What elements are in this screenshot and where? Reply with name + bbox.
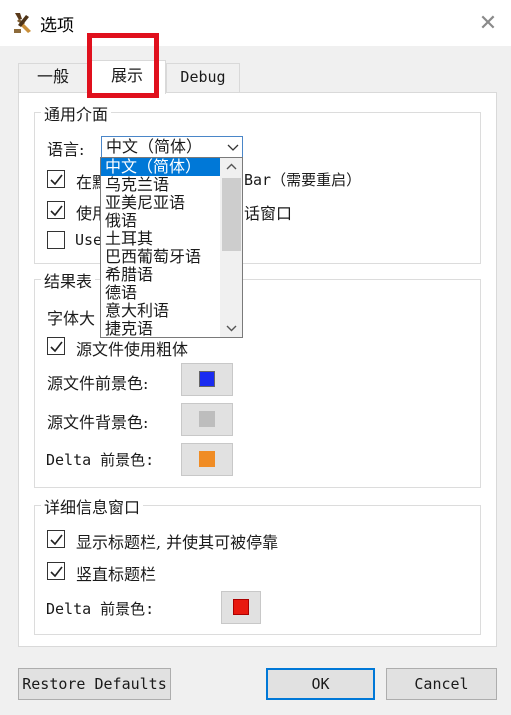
language-option[interactable]: 希腊语 xyxy=(105,266,153,284)
font-size-label: 字体大 xyxy=(47,309,96,328)
source-fg-color-button[interactable] xyxy=(181,363,233,396)
language-select[interactable]: 中文（简体） xyxy=(101,136,243,158)
details-delta-label: Delta 前景色: xyxy=(46,598,154,619)
language-dropdown-list[interactable]: 中文（简体） 乌克兰语 亚美尼亚语 俄语 土耳其 巴西葡萄牙语 希腊语 德语 意… xyxy=(100,157,243,338)
checkmark-icon xyxy=(50,341,63,353)
language-option[interactable]: 捷克语 xyxy=(105,320,153,338)
general-ui-title: 通用介面 xyxy=(41,101,112,125)
source-fg-swatch xyxy=(199,371,215,387)
source-fg-label: 源文件前景色: xyxy=(47,374,149,393)
checkmark-icon xyxy=(50,205,63,217)
chevron-down-icon[interactable] xyxy=(223,137,243,157)
option-label-3-start: Use xyxy=(75,231,103,249)
ok-button[interactable]: OK xyxy=(266,668,375,700)
show-titlebar-checkbox[interactable] xyxy=(47,530,65,548)
delta-fg-color-button[interactable] xyxy=(181,443,233,476)
bold-source-checkbox[interactable] xyxy=(47,337,65,355)
window-title: 选项 xyxy=(40,16,74,36)
bold-source-label: 源文件使用粗体 xyxy=(76,340,189,359)
scroll-down-icon[interactable] xyxy=(220,319,243,337)
highlight-box xyxy=(87,33,159,98)
title-bar[interactable]: 选项 ✕ xyxy=(0,0,511,46)
checkmark-icon xyxy=(50,534,63,546)
source-bg-swatch xyxy=(199,411,215,427)
tab-general-label: 一般 xyxy=(36,67,69,86)
option-checkbox-3[interactable] xyxy=(47,231,65,249)
restore-defaults-button[interactable]: Restore Defaults xyxy=(18,668,171,700)
details-title: 详细信息窗口 xyxy=(41,494,144,518)
option-label-2-end: 话窗口 xyxy=(244,204,293,223)
vertical-titlebar-label: 竖直标题栏 xyxy=(76,565,157,584)
close-icon[interactable]: ✕ xyxy=(470,6,506,40)
language-label: 语言: xyxy=(47,140,85,159)
results-delta-label-text: Delta 前景色: xyxy=(46,451,155,469)
tab-debug[interactable]: Debug xyxy=(166,63,240,92)
language-option-selected[interactable]: 中文（简体） xyxy=(101,158,220,176)
option-label-1-end: Bar（需要重启） xyxy=(244,169,361,190)
vertical-titlebar-checkbox[interactable] xyxy=(47,562,65,580)
language-option[interactable]: 巴西葡萄牙语 xyxy=(105,248,201,266)
language-option[interactable]: 意大利语 xyxy=(105,302,169,320)
option-checkbox-2[interactable] xyxy=(47,201,65,219)
option-checkbox-1[interactable] xyxy=(47,170,65,188)
details-delta-swatch xyxy=(233,599,249,615)
language-select-value: 中文（简体） xyxy=(106,137,203,156)
checkmark-icon xyxy=(50,566,63,578)
details-delta-label-text: Delta 前景色: xyxy=(46,600,155,618)
app-icon xyxy=(14,13,31,33)
source-bg-label: 源文件背景色: xyxy=(47,413,149,432)
details-delta-color-button[interactable] xyxy=(221,591,261,624)
language-option[interactable]: 土耳其 xyxy=(105,230,153,248)
delta-fg-swatch xyxy=(199,451,215,467)
language-option[interactable]: 俄语 xyxy=(105,212,137,230)
results-title: 结果表 xyxy=(41,268,96,292)
checkmark-icon xyxy=(50,174,63,186)
language-option[interactable]: 德语 xyxy=(105,284,137,302)
language-option[interactable]: 亚美尼亚语 xyxy=(105,194,185,212)
results-delta-label: Delta 前景色: xyxy=(46,449,154,470)
scrollbar-thumb[interactable] xyxy=(222,178,241,251)
tab-debug-label: Debug xyxy=(180,68,226,86)
show-titlebar-label: 显示标题栏, 并使其可被停靠 xyxy=(76,533,279,552)
cancel-button[interactable]: Cancel xyxy=(386,668,497,700)
scroll-up-icon[interactable] xyxy=(220,158,243,176)
tab-general[interactable]: 一般 xyxy=(18,63,88,92)
options-dialog: 选项 ✕ 一般 展示 Debug 通用介面 语言: 中文（简体） 在默 Bar（… xyxy=(0,0,511,715)
source-bg-color-button[interactable] xyxy=(181,403,233,436)
option-label-1-end-text: Bar（需要重启） xyxy=(244,171,362,189)
language-option[interactable]: 乌克兰语 xyxy=(105,176,169,194)
